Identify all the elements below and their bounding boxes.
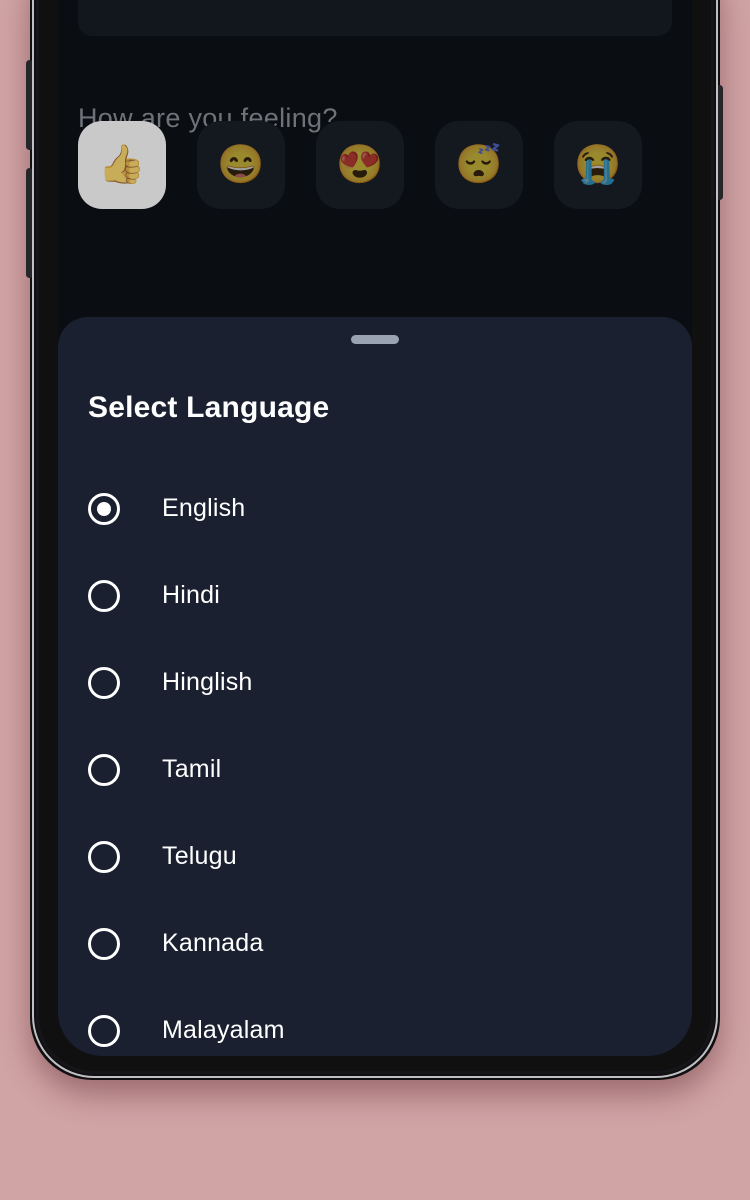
language-option-label: English xyxy=(162,494,246,522)
radio-unselected-icon[interactable] xyxy=(88,753,120,786)
language-option-label: Hinglish xyxy=(162,668,253,696)
radio-dot xyxy=(97,850,111,864)
feeling-option-crying[interactable]: 😭 xyxy=(554,121,642,209)
language-option-label: Tamil xyxy=(162,755,222,783)
volume-up-button[interactable] xyxy=(26,60,33,150)
power-button[interactable] xyxy=(716,85,723,200)
feeling-option-grinning[interactable]: 😄 xyxy=(197,121,285,209)
sleeping-face-emoji: 😴 xyxy=(455,144,503,186)
radio-unselected-icon[interactable] xyxy=(88,1014,120,1047)
language-option-telugu[interactable]: Telugu xyxy=(58,813,692,900)
radio-dot xyxy=(97,501,111,516)
phone-screen: More Games ▾ How are you feeling? 👍 😄 😍 … xyxy=(58,0,692,1056)
more-games-dropdown[interactable]: More Games ▾ xyxy=(78,0,672,36)
grinning-smiling-eyes-emoji: 😄 xyxy=(217,144,265,186)
language-option-label: Malayalam xyxy=(162,1016,285,1044)
thumbs-up-emoji: 👍 xyxy=(98,144,146,186)
language-option-label: Hindi xyxy=(162,581,220,609)
language-option-english[interactable]: English xyxy=(58,465,692,552)
language-option-label: Telugu xyxy=(162,842,237,870)
radio-dot xyxy=(97,763,111,777)
language-option-label: Kannada xyxy=(162,929,264,957)
feeling-option-heart-eyes[interactable]: 😍 xyxy=(316,121,404,209)
radio-unselected-icon[interactable] xyxy=(88,927,120,960)
heart-eyes-emoji: 😍 xyxy=(336,144,384,186)
radio-unselected-icon[interactable] xyxy=(88,579,120,612)
language-option-list: English Hindi Hinglish Tamil Telugu Kannada Ma… xyxy=(58,465,692,1056)
feeling-option-sleeping[interactable]: 😴 xyxy=(435,121,523,209)
radio-unselected-icon[interactable] xyxy=(88,840,120,873)
select-language-bottom-sheet: Select Language English Hindi Hinglish Tami… xyxy=(58,317,692,1056)
language-option-kannada[interactable]: Kannada xyxy=(58,900,692,987)
radio-selected-icon[interactable] xyxy=(88,492,120,525)
language-option-hinglish[interactable]: Hinglish xyxy=(58,639,692,726)
more-games-label: More Games xyxy=(96,0,647,2)
radio-dot xyxy=(97,589,111,603)
drag-handle[interactable] xyxy=(351,335,399,344)
radio-unselected-icon[interactable] xyxy=(88,666,120,699)
volume-down-button[interactable] xyxy=(26,168,33,278)
language-option-tamil[interactable]: Tamil xyxy=(58,726,692,813)
loudly-crying-face-emoji: 😭 xyxy=(574,144,622,186)
radio-dot xyxy=(97,937,111,951)
sheet-title: Select Language xyxy=(88,391,330,424)
feeling-emoji-row: 👍 😄 😍 😴 😭 xyxy=(78,121,642,209)
language-option-malayalam[interactable]: Malayalam xyxy=(58,987,692,1056)
language-option-hindi[interactable]: Hindi xyxy=(58,552,692,639)
radio-dot xyxy=(97,1024,111,1038)
radio-dot xyxy=(97,676,111,690)
feeling-option-thumbs-up[interactable]: 👍 xyxy=(78,121,166,209)
